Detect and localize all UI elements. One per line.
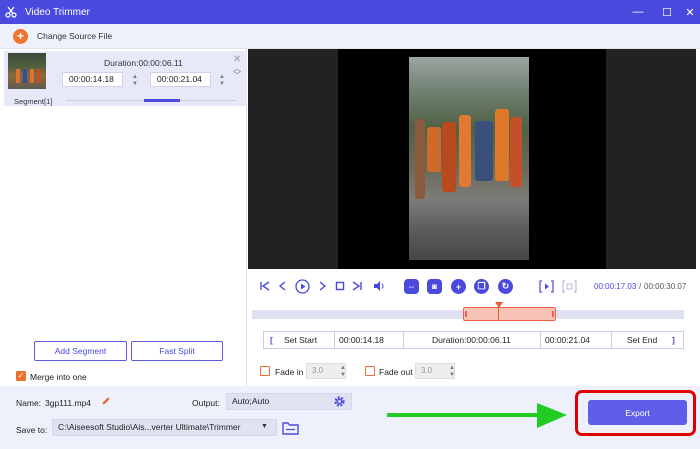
current-time: 00:00:17.03 [594,282,637,291]
check-icon: ✓ [17,371,25,380]
total-time: 00:00:30.07 [644,282,687,291]
close-button[interactable]: ✕ [678,0,700,24]
add-segment-button[interactable]: Add Segment [34,341,127,361]
trim-start-input[interactable]: 00:00:14.18 [334,332,404,348]
segment-label: Segment[1] [14,97,53,106]
fade-in-label: Fade in [275,367,304,377]
add-icon: + [16,29,24,43]
play-icon[interactable] [294,278,310,294]
spin-up-icon[interactable]: ▲ [219,74,225,80]
fade-in-checkbox[interactable] [260,366,270,376]
trim-duration: Duration:00:00:06.11 [432,335,511,345]
output-label: Output: [192,398,220,408]
start-handle[interactable] [465,311,467,317]
maximize-icon: ☐ [662,6,672,19]
volume-icon[interactable] [372,279,386,293]
segment-down-icon[interactable]: ﹀ [233,72,241,80]
name-label: Name: [16,398,42,408]
segment-track [66,99,236,102]
trim-controls: [ Set Start 00:00:14.18 Duration:00:00:0… [263,331,684,349]
segment-end-input[interactable]: 00:00:21.04 [150,72,211,87]
reset-icon[interactable]: ↻ [498,279,513,294]
fast-split-button[interactable]: Fast Split [131,341,223,361]
split-icon[interactable]: ⇔ [404,279,419,294]
window-title: Video Trimmer [25,6,90,18]
scissors-icon [5,6,17,18]
merge-label: Merge into one [30,372,87,382]
trim-end-input[interactable]: 00:00:21.04 [540,332,612,348]
segment-duration: Duration:00:00:06.11 [104,58,183,68]
prev-frame-icon[interactable] [276,279,290,293]
change-source-button[interactable]: + [13,28,28,44]
folder-icon[interactable] [282,421,299,435]
spin-up-icon[interactable]: ▲ [132,74,138,80]
skip-end-icon[interactable] [350,279,364,293]
timeline-selection[interactable] [463,307,556,321]
save-to-label: Save to: [16,425,48,435]
title-bar: Video Trimmer — ☐ ✕ [0,0,700,24]
fade-out-label: Fade out [379,367,413,377]
set-end-button[interactable]: Set End [627,332,657,348]
segment-panel: Duration:00:00:06.11 00:00:14.18 ▲ ▼ 00:… [0,49,247,386]
set-start-button[interactable]: Set Start [284,332,317,348]
highlight-box-annotation [575,390,696,436]
spin-up-icon[interactable]: ▲ [340,365,346,371]
set-out-icon[interactable] [561,279,577,293]
end-handle[interactable] [552,311,554,317]
video-image [409,57,529,260]
playhead-line [498,307,499,321]
set-end-icon[interactable]: ] [672,332,675,348]
playhead-marker[interactable] [495,302,503,308]
copy-icon[interactable]: ❐ [474,279,489,294]
segment-thumbnail [8,53,46,89]
minimize-icon: — [632,6,644,18]
stop-icon[interactable] [333,279,347,293]
spin-down-icon[interactable]: ▼ [219,81,225,87]
snapshot-icon[interactable]: ◙ [427,279,442,294]
spin-down-icon[interactable]: ▼ [132,81,138,87]
green-arrow-annotation [387,403,567,428]
set-in-icon[interactable] [538,279,554,293]
close-icon: ✕ [685,6,695,19]
add-segment-label: Add Segment [54,346,107,356]
maximize-button[interactable]: ☐ [655,0,679,24]
set-start-icon[interactable]: [ [270,332,273,348]
segment-start-input[interactable]: 00:00:14.18 [62,72,123,87]
skip-start-icon[interactable] [258,279,272,293]
minimize-button[interactable]: — [626,0,650,24]
fade-out-checkbox[interactable] [365,366,375,376]
gear-icon[interactable] [333,395,346,408]
segment-range [144,99,180,102]
time-separator: / [639,282,642,291]
spin-up-icon[interactable]: ▲ [449,365,455,371]
merge-checkbox[interactable]: ✓ [16,371,26,381]
add-icon[interactable]: + [451,279,466,294]
change-source-label[interactable]: Change Source File [37,31,112,41]
fast-split-label: Fast Split [159,346,195,356]
save-path-field[interactable]: C:\Aiseesoft Studio\Ais...verter Ultimat… [52,419,277,436]
edit-name-icon[interactable] [101,396,111,406]
chevron-down-icon[interactable]: ▼ [261,423,268,430]
next-frame-icon[interactable] [315,279,329,293]
name-value: 3gp111.mp4 [45,398,91,408]
segment-card[interactable]: Duration:00:00:06.11 00:00:14.18 ▲ ▼ 00:… [4,51,247,106]
spin-down-icon[interactable]: ▼ [449,372,455,378]
toolbar: + Change Source File [0,24,700,49]
spin-down-icon[interactable]: ▼ [340,372,346,378]
